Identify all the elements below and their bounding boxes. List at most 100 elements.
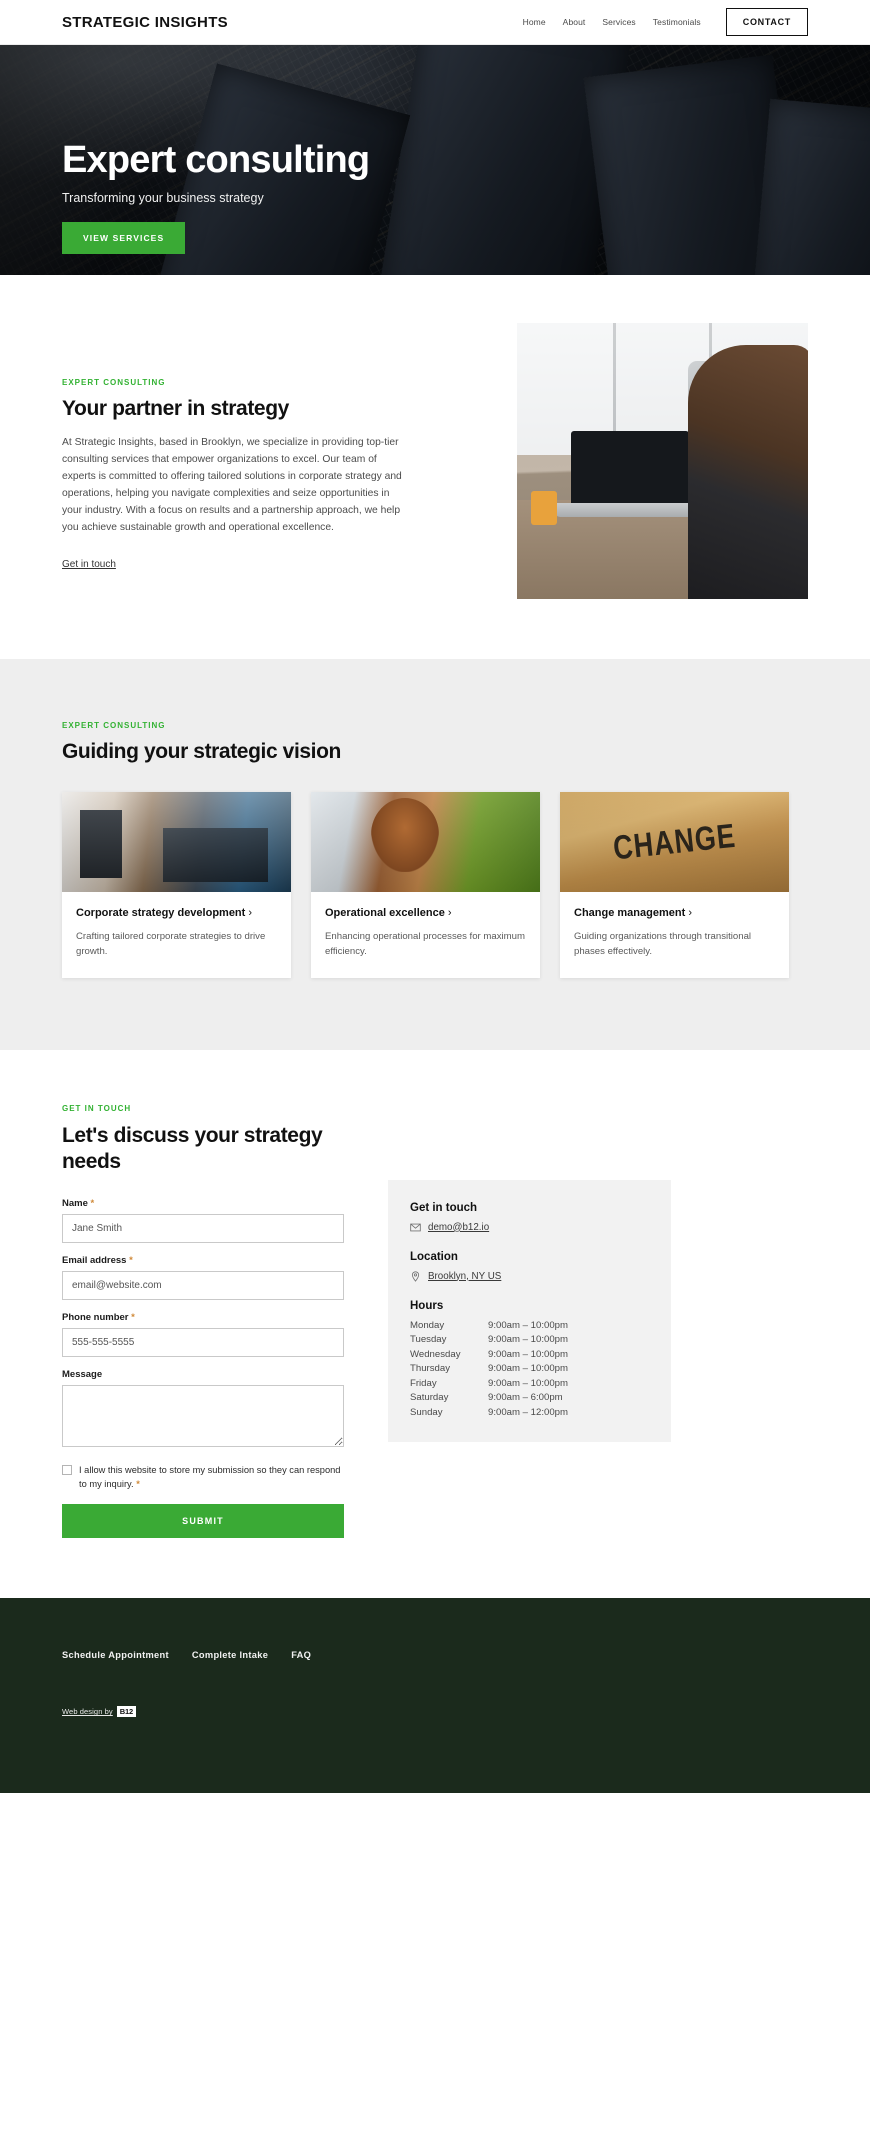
service-card[interactable]: Corporate strategy development › Craftin… xyxy=(62,792,291,978)
consent-row: I allow this website to store my submiss… xyxy=(62,1464,344,1491)
required-asterisk: * xyxy=(131,1312,135,1324)
site-header: STRATEGIC INSIGHTS Home About Services T… xyxy=(0,0,870,45)
message-label: Message xyxy=(62,1369,103,1381)
message-field-group: Message xyxy=(62,1369,344,1452)
service-card[interactable]: CHANGE Change management › Guiding organ… xyxy=(560,792,789,978)
required-asterisk: * xyxy=(90,1198,95,1210)
about-image-laptop xyxy=(555,431,705,517)
footer-link-complete-intake[interactable]: Complete Intake xyxy=(192,1650,268,1660)
nav-item-home[interactable]: Home xyxy=(523,17,546,27)
hours-time: 9:00am – 12:00pm xyxy=(488,1406,569,1418)
hours-day: Thursday xyxy=(410,1363,450,1375)
footer-link-faq[interactable]: FAQ xyxy=(291,1650,311,1660)
consent-label-text: I allow this website to store my submiss… xyxy=(79,1465,341,1489)
about-image-person xyxy=(688,345,808,599)
service-card-body: Operational excellence › Enhancing opera… xyxy=(311,892,540,978)
service-card-desc: Crafting tailored corporate strategies t… xyxy=(76,930,266,958)
services-card-list: Corporate strategy development › Craftin… xyxy=(62,792,808,978)
service-card-title[interactable]: Change management › xyxy=(574,906,775,921)
hero-subtitle: Transforming your business strategy xyxy=(62,190,264,205)
about-body: At Strategic Insights, based in Brooklyn… xyxy=(62,437,402,533)
service-card-body: Change management › Guiding organization… xyxy=(560,892,789,978)
email-field-group: Email address * xyxy=(62,1255,344,1301)
required-asterisk: * xyxy=(129,1255,133,1267)
get-in-touch-title: Get in touch xyxy=(410,1201,478,1214)
hours-list: Monday 9:00am – 10:00pm Tuesday 9:00am –… xyxy=(410,1320,649,1418)
about-image-phone xyxy=(531,491,557,525)
footer-navigation: Schedule Appointment Complete Intake FAQ xyxy=(62,1650,808,1660)
consent-checkbox[interactable] xyxy=(62,1465,72,1476)
site-footer: Schedule Appointment Complete Intake FAQ… xyxy=(0,1598,870,1794)
service-card-title-text: Change management xyxy=(574,907,686,919)
hero-content: Expert consulting Transforming your busi… xyxy=(0,45,870,254)
nav-item-services[interactable]: Services xyxy=(602,17,635,27)
map-pin-icon xyxy=(411,1270,420,1282)
email-link[interactable]: demo@b12.io xyxy=(428,1222,489,1233)
service-card-title-text: Corporate strategy development xyxy=(76,907,246,919)
submit-button[interactable]: SUBMIT xyxy=(62,1504,344,1539)
view-services-button[interactable]: VIEW SERVICES xyxy=(62,221,186,254)
hours-day: Wednesday xyxy=(410,1348,461,1360)
consent-label: I allow this website to store my submiss… xyxy=(79,1464,344,1491)
envelope-icon xyxy=(410,1223,421,1231)
location-link[interactable]: Brooklyn, NY US xyxy=(428,1271,501,1282)
services-title: Guiding your strategic vision xyxy=(62,740,341,763)
email-label-text: Email address xyxy=(62,1255,127,1267)
hours-time: 9:00am – 10:00pm xyxy=(488,1363,569,1375)
service-card-title-text: Operational excellence xyxy=(325,907,445,919)
service-card-desc: Enhancing operational processes for maxi… xyxy=(325,930,525,958)
service-card-title[interactable]: Corporate strategy development › xyxy=(76,906,277,921)
services-eyebrow: EXPERT CONSULTING xyxy=(62,721,166,730)
hours-day: Tuesday xyxy=(410,1334,447,1346)
name-input[interactable] xyxy=(62,1214,344,1244)
phone-label: Phone number * xyxy=(62,1312,344,1323)
services-section: EXPERT CONSULTING Guiding your strategic… xyxy=(0,659,870,1050)
email-info-row: demo@b12.io xyxy=(410,1222,649,1233)
hours-time: 9:00am – 10:00pm xyxy=(488,1348,569,1360)
hours-time: 9:00am – 6:00pm xyxy=(488,1392,563,1404)
brand-logo[interactable]: STRATEGIC INSIGHTS xyxy=(62,14,228,31)
nav-item-about[interactable]: About xyxy=(563,17,586,27)
message-textarea[interactable] xyxy=(62,1385,344,1448)
footer-link-schedule-appointment[interactable]: Schedule Appointment xyxy=(62,1650,169,1660)
about-section: EXPERT CONSULTING Your partner in strate… xyxy=(0,275,870,659)
required-asterisk: * xyxy=(136,1478,140,1489)
service-card-image-word: CHANGE xyxy=(611,816,738,867)
contact-section: GET IN TOUCH Let's discuss your strategy… xyxy=(0,1049,870,1599)
chevron-right-icon: › xyxy=(447,907,452,919)
hours-day: Monday xyxy=(410,1319,445,1331)
contact-info-panel: Get in touch demo@b12.io Location Brookl… xyxy=(388,1179,671,1442)
email-label: Email address * xyxy=(62,1255,344,1266)
service-card-image xyxy=(62,792,291,892)
email-input[interactable] xyxy=(62,1271,344,1301)
service-card-body: Corporate strategy development › Craftin… xyxy=(62,892,291,978)
footer-credit-text: Web design by xyxy=(62,1707,113,1717)
phone-input[interactable] xyxy=(62,1328,344,1358)
primary-navigation: Home About Services Testimonials CONTACT xyxy=(523,8,808,36)
hours-day: Saturday xyxy=(410,1392,449,1404)
service-card-title[interactable]: Operational excellence › xyxy=(325,906,526,921)
get-in-touch-link[interactable]: Get in touch xyxy=(62,559,116,570)
name-label-text: Name xyxy=(62,1198,88,1210)
hero-title: Expert consulting xyxy=(62,139,370,181)
hours-day: Friday xyxy=(410,1377,437,1389)
footer-credit[interactable]: Web design by B12 xyxy=(62,1706,808,1718)
phone-field-group: Phone number * xyxy=(62,1312,344,1358)
about-image xyxy=(517,323,808,599)
contact-form: GET IN TOUCH Let's discuss your strategy… xyxy=(62,1104,344,1539)
phone-label-text: Phone number xyxy=(62,1312,129,1324)
service-card-image: CHANGE xyxy=(560,792,789,892)
hours-time: 9:00am – 10:00pm xyxy=(488,1334,569,1346)
service-card[interactable]: Operational excellence › Enhancing opera… xyxy=(311,792,540,978)
chevron-right-icon: › xyxy=(688,907,692,919)
contact-title: Let's discuss your strategy needs xyxy=(62,1123,323,1174)
location-title: Location xyxy=(410,1250,458,1263)
nav-item-testimonials[interactable]: Testimonials xyxy=(653,17,701,27)
service-card-desc: Guiding organizations through transition… xyxy=(574,930,752,958)
b12-logo: B12 xyxy=(116,1706,136,1718)
contact-eyebrow: GET IN TOUCH xyxy=(62,1103,132,1113)
hero-section: Expert consulting Transforming your busi… xyxy=(0,45,870,275)
hours-time: 9:00am – 10:00pm xyxy=(488,1319,569,1331)
hours-title: Hours xyxy=(410,1299,444,1312)
contact-button[interactable]: CONTACT xyxy=(725,8,808,36)
